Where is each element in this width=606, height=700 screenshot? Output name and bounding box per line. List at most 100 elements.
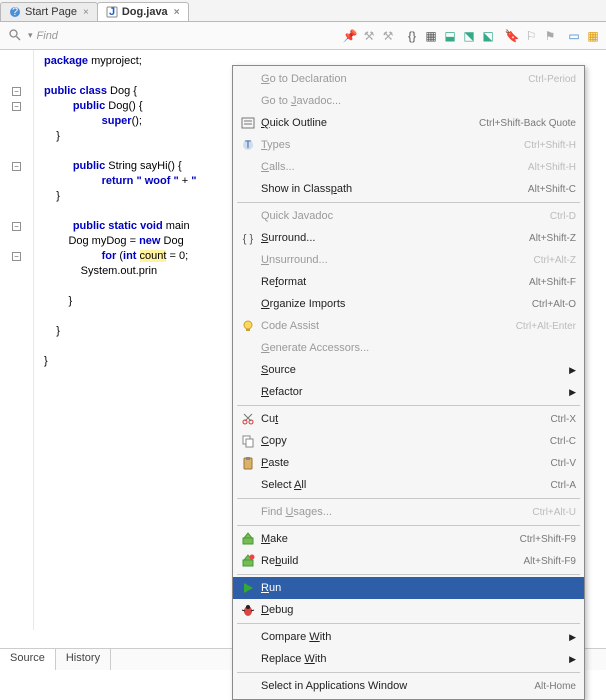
flag2-icon[interactable]: ⚑ [541,27,559,45]
shortcut-label: Ctrl-C [550,436,576,447]
fold-icon[interactable]: − [12,252,21,261]
shortcut-label: Ctrl+Alt-O [532,299,576,310]
flag1-icon[interactable]: ⚐ [522,27,540,45]
cut-icon [237,412,259,426]
menu-item-label: Quick Outline [259,117,479,129]
menu-item-label: Refactor [259,386,569,398]
editor-toolbar: ▾ Find 📌 ⚒ ⚒ {} ▦ ⬓ ⬔ ⬕ 🔖 ⚐ ⚑ ▭ ▦ [0,22,606,50]
menu-item-label: Calls... [259,161,528,173]
menu-item-label: Reformat [259,276,529,288]
menu-item-label: Source [259,364,569,376]
block-icon[interactable]: ▦ [422,27,440,45]
menu-item-label: Compare With [259,631,569,643]
menu-select-in-applications-window[interactable]: Select in Applications WindowAlt-Home [233,675,584,697]
tab-history[interactable]: History [56,649,111,670]
diff2-icon[interactable]: ⬔ [460,27,478,45]
find-input[interactable]: ▾ Find [4,26,339,46]
java-file-icon: J [106,6,118,18]
fold-icon[interactable]: − [12,102,21,111]
menu-item-label: Find Usages... [259,506,532,518]
menu-item-label: Rebuild [259,555,523,567]
menu-copy[interactable]: CopyCtrl-C [233,430,584,452]
menu-item-label: Surround... [259,232,529,244]
grid-icon[interactable]: ▦ [584,27,602,45]
menu-item-label: Select in Applications Window [259,680,534,692]
submenu-arrow-icon: ▶ [569,365,576,376]
tab-label: Start Page [25,6,77,18]
menu-quick-outline[interactable]: Quick OutlineCtrl+Shift-Back Quote [233,112,584,134]
bulb-icon [237,319,259,333]
menu-item-label: Run [259,582,576,594]
menu-calls-: Calls...Alt+Shift-H [233,156,584,178]
menu-item-label: Make [259,533,520,545]
menu-item-label: Quick Javadoc [259,210,550,222]
shortcut-label: Ctrl+Alt-Enter [516,321,576,332]
menu-organize-imports[interactable]: Organize ImportsCtrl+Alt-O [233,293,584,315]
shortcut-label: Ctrl+Shift-F9 [520,534,576,545]
context-menu: Go to DeclarationCtrl-PeriodGo to Javado… [232,65,585,700]
editor-tabs: ? Start Page × J Dog.java × [0,0,606,22]
shortcut-label: Ctrl-D [550,211,576,222]
hammer-icon[interactable]: ⚒ [360,27,378,45]
close-icon[interactable]: × [174,7,180,18]
menu-item-label: Generate Accessors... [259,342,576,354]
menu-select-all[interactable]: Select AllCtrl-A [233,474,584,496]
submenu-arrow-icon: ▶ [569,387,576,398]
tab-source[interactable]: Source [0,649,56,670]
toolbar-icons: 📌 ⚒ ⚒ {} ▦ ⬓ ⬔ ⬕ 🔖 ⚐ ⚑ ▭ ▦ [341,27,602,45]
fold-icon[interactable]: − [12,87,21,96]
fold-icon[interactable]: − [12,162,21,171]
menu-item-label: Code Assist [259,320,516,332]
types-icon: T [237,138,259,152]
menu-replace-with[interactable]: Replace With▶ [233,648,584,670]
diff1-icon[interactable]: ⬓ [441,27,459,45]
menu-run[interactable]: Run [233,577,584,599]
svg-text:T: T [245,139,252,151]
menu-find-usages-: Find Usages...Ctrl+Alt-U [233,501,584,523]
menu-rebuild[interactable]: RebuildAlt+Shift-F9 [233,550,584,572]
shortcut-label: Alt+Shift-H [528,162,576,173]
menu-surround-[interactable]: { }Surround...Alt+Shift-Z [233,227,584,249]
menu-item-label: Select All [259,479,550,491]
menu-item-label: Copy [259,435,550,447]
menu-make[interactable]: MakeCtrl+Shift-F9 [233,528,584,550]
hammer2-icon[interactable]: ⚒ [379,27,397,45]
menu-compare-with[interactable]: Compare With▶ [233,626,584,648]
menu-item-label: Go to Javadoc... [259,95,576,107]
copy-icon [237,434,259,448]
menu-item-label: Paste [259,457,550,469]
diff3-icon[interactable]: ⬕ [479,27,497,45]
braces-icon[interactable]: {} [403,27,421,45]
menu-source[interactable]: Source▶ [233,359,584,381]
menu-reformat[interactable]: ReformatAlt+Shift-F [233,271,584,293]
menu-cut[interactable]: CutCtrl-X [233,408,584,430]
bookmark-icon[interactable]: 🔖 [503,27,521,45]
menu-show-in-classpath[interactable]: Show in ClasspathAlt+Shift-C [233,178,584,200]
fold-icon[interactable]: − [12,222,21,231]
shortcut-label: Ctrl-V [550,458,576,469]
shortcut-label: Alt+Shift-C [528,184,576,195]
menu-quick-javadoc: Quick JavadocCtrl-D [233,205,584,227]
run-icon [237,581,259,595]
shortcut-label: Alt+Shift-F9 [523,556,576,567]
shortcut-label: Ctrl-X [550,414,576,425]
close-icon[interactable]: × [83,7,89,18]
rebuild-icon [237,554,259,568]
shortcut-label: Alt-Home [534,681,576,692]
window-icon[interactable]: ▭ [565,27,583,45]
debug-icon [237,603,259,617]
shortcut-label: Alt+Shift-Z [529,233,576,244]
tab-dog-java[interactable]: J Dog.java × [97,2,189,21]
pin-icon[interactable]: 📌 [341,27,359,45]
menu-code-assist: Code AssistCtrl+Alt-Enter [233,315,584,337]
shortcut-label: Alt+Shift-F [529,277,576,288]
menu-debug[interactable]: Debug [233,599,584,621]
svg-text:?: ? [12,6,18,18]
svg-text:J: J [109,6,115,18]
outline-icon [237,116,259,130]
tab-start-page[interactable]: ? Start Page × [0,2,98,21]
menu-paste[interactable]: PasteCtrl-V [233,452,584,474]
find-placeholder: Find [37,30,58,42]
menu-refactor[interactable]: Refactor▶ [233,381,584,403]
code-content[interactable]: package myproject; public class Dog { pu… [34,50,196,630]
